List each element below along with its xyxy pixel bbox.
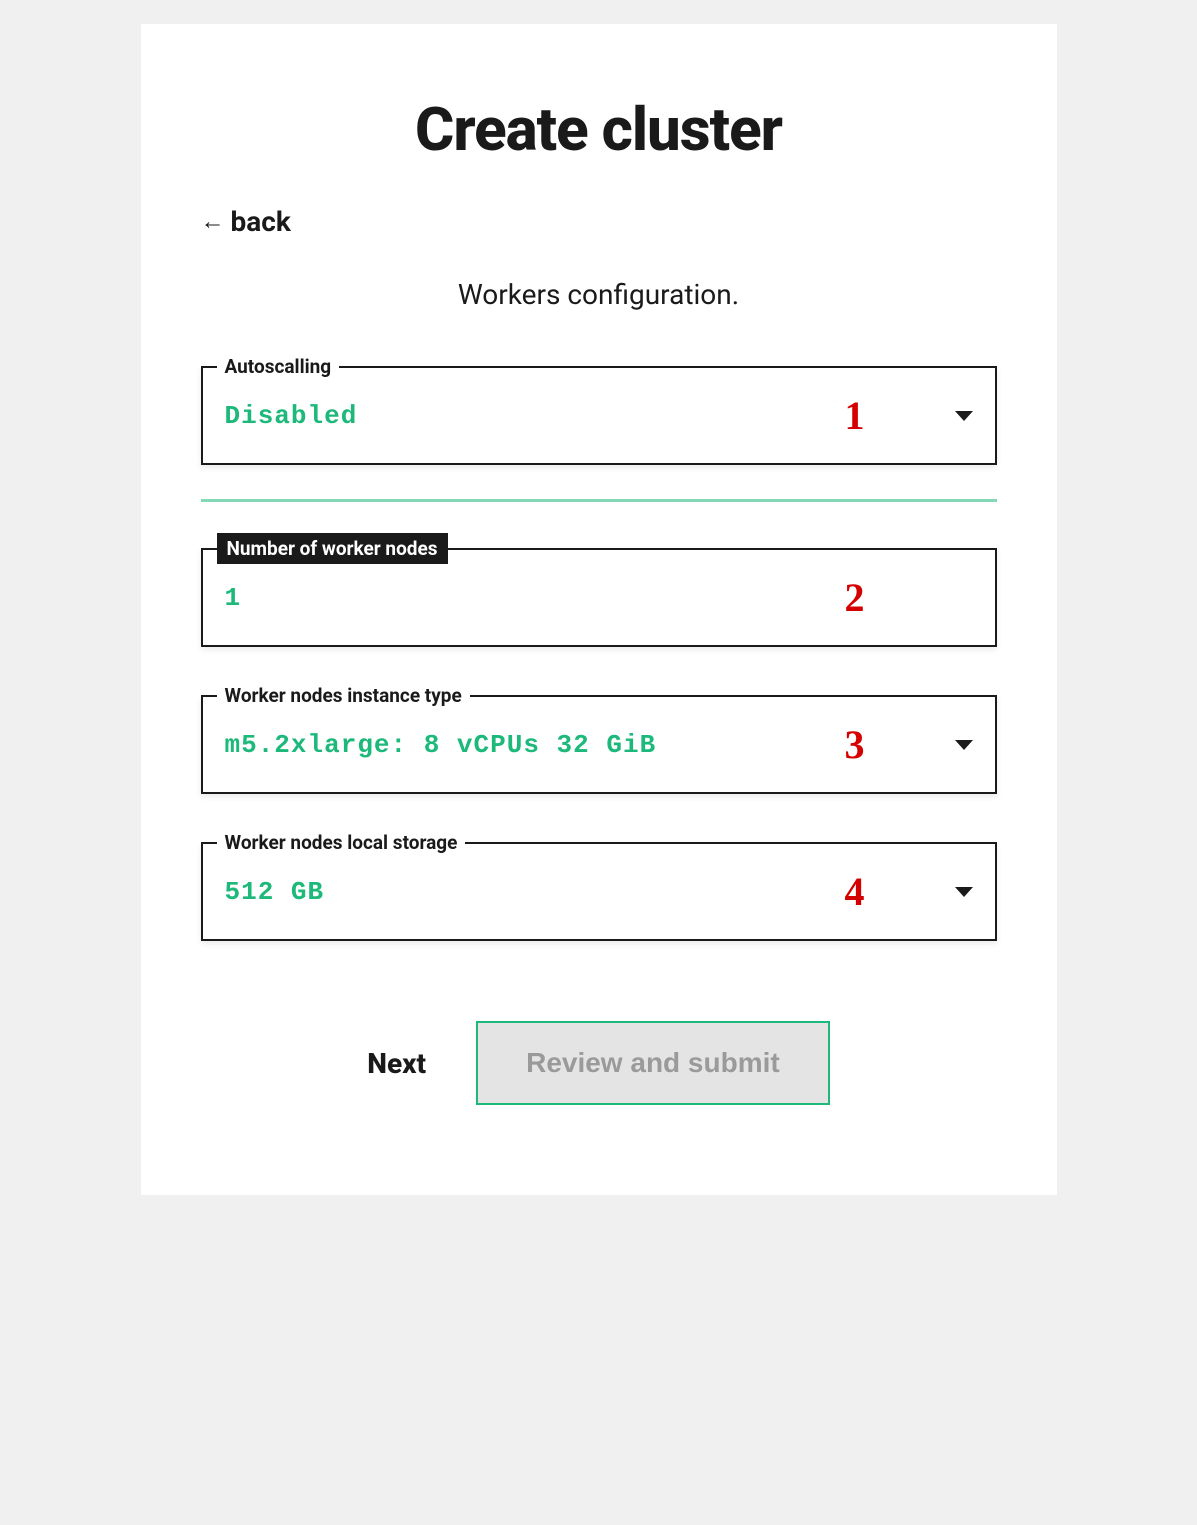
instance-type-value: m5.2xlarge: 8 vCPUs 32 GiB [225,730,657,760]
instance-type-label: Worker nodes instance type [217,684,470,707]
review-submit-button[interactable]: Review and submit [476,1021,830,1105]
autoscaling-select[interactable]: Autoscalling Disabled 1 [201,366,997,465]
annotation-marker: 1 [845,392,865,439]
chevron-down-icon [955,887,973,897]
chevron-down-icon [955,411,973,421]
local-storage-select[interactable]: Worker nodes local storage 512 GB 4 [201,842,997,941]
create-cluster-card: Create cluster ← back Workers configurat… [141,24,1057,1195]
page-title: Create cluster [201,94,997,165]
back-button[interactable]: ← back [201,205,291,238]
back-label: back [231,205,291,238]
annotation-marker: 4 [845,868,865,915]
local-storage-label: Worker nodes local storage [217,831,466,854]
worker-count-input[interactable]: Number of worker nodes 1 2 [201,548,997,647]
next-label: Next [367,1047,426,1080]
chevron-down-icon [955,740,973,750]
autoscaling-value: Disabled [225,401,358,431]
instance-type-select[interactable]: Worker nodes instance type m5.2xlarge: 8… [201,695,997,794]
annotation-marker: 3 [845,721,865,768]
annotation-marker: 2 [845,574,865,621]
footer: Next Review and submit [201,1021,997,1105]
worker-count-value: 1 [225,583,242,613]
divider [201,499,997,502]
autoscaling-label: Autoscalling [217,355,340,378]
worker-count-label: Number of worker nodes [217,533,448,564]
subtitle: Workers configuration. [201,278,997,311]
back-arrow-icon: ← [201,207,225,236]
local-storage-value: 512 GB [225,877,325,907]
